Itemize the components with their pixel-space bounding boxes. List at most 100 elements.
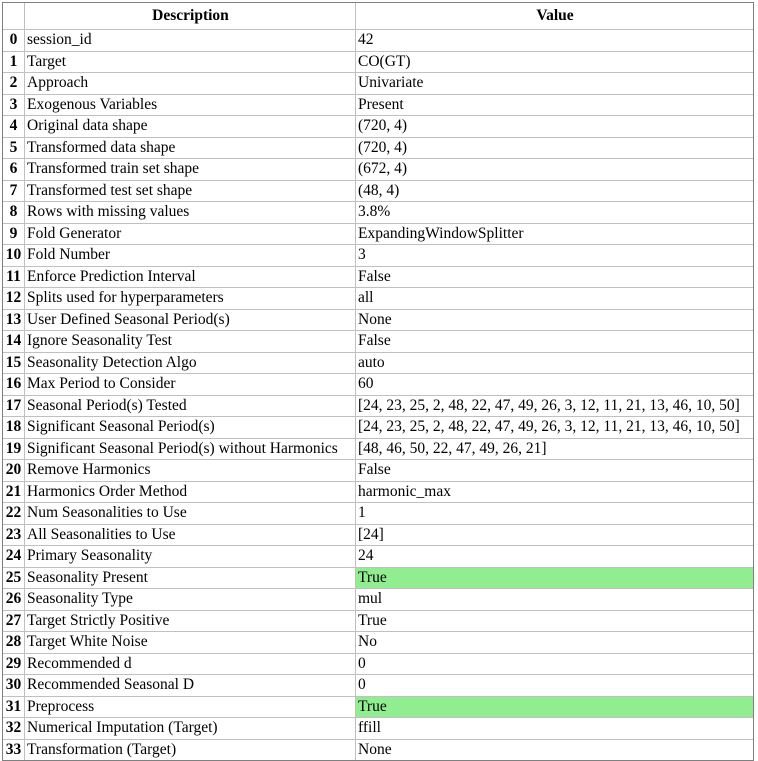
- row-index-cell: 27: [2, 609, 25, 632]
- row-index-cell: 3: [2, 93, 25, 116]
- description-cell: Target: [24, 50, 356, 73]
- row-index-cell: 21: [2, 480, 25, 503]
- table-row: 24 Primary Seasonality 24: [2, 545, 754, 568]
- description-cell: Seasonality Type: [24, 588, 356, 611]
- description-cell: Fold Generator: [24, 222, 356, 245]
- table-row: 1 Target CO(GT): [2, 50, 754, 73]
- table-row: 11 Enforce Prediction Interval False: [2, 265, 754, 288]
- table-body: 0 session_id 42 1 Target CO(GT) 2 Approach Univa…: [2, 29, 754, 761]
- row-index-cell: 31: [2, 695, 25, 718]
- row-index-cell: 5: [2, 136, 25, 159]
- row-index-cell: 0: [2, 29, 25, 52]
- description-cell: Primary Seasonality: [24, 545, 356, 568]
- table-row: 15 Seasonality Detection Algo auto: [2, 351, 754, 374]
- table-row: 30 Recommended Seasonal D0: [2, 674, 754, 697]
- row-index-cell: 28: [2, 631, 25, 654]
- row-index-cell: 25: [2, 566, 25, 589]
- description-cell: Target White Noise: [24, 631, 356, 654]
- table-row: 10 Fold Number 3: [2, 244, 754, 267]
- description-cell: Ignore Seasonality Test: [24, 330, 356, 353]
- table-row: 2 Approach Univariate: [2, 72, 754, 95]
- dataframe-container: Description Value 0 session_id 42 1 Target CO…: [0, 0, 758, 761]
- row-index-cell: 14: [2, 330, 25, 353]
- description-cell: Transformed train set shape: [24, 158, 356, 181]
- table-row: 26 Seasonality Type mul: [2, 588, 754, 611]
- value-cell: 60: [355, 373, 754, 396]
- table-row: 25 Seasonality Present True: [2, 566, 754, 589]
- value-cell: 1: [355, 502, 754, 525]
- description-cell: Recommended Seasonal D: [24, 674, 356, 697]
- value-column-header: Value: [355, 2, 754, 30]
- table-row: 28 Target White Noise No: [2, 631, 754, 654]
- row-index-cell: 4: [2, 115, 25, 138]
- row-index-cell: 29: [2, 652, 25, 675]
- row-index-cell: 13: [2, 308, 25, 331]
- description-cell: Original data shape: [24, 115, 356, 138]
- value-cell: (720, 4): [355, 115, 754, 138]
- value-cell: 0: [355, 674, 754, 697]
- description-cell: Num Seasonalities to Use: [24, 502, 356, 525]
- description-cell: Numerical Imputation (Target): [24, 717, 356, 740]
- description-cell: Transformed data shape: [24, 136, 356, 159]
- value-cell: 3: [355, 244, 754, 267]
- table-header: Description Value: [2, 2, 754, 30]
- table-row: 9 Fold Generator ExpandingWindowSplitter: [2, 222, 754, 245]
- value-cell: (672, 4): [355, 158, 754, 181]
- description-cell: User Defined Seasonal Period(s): [24, 308, 356, 331]
- value-cell: 42: [355, 29, 754, 52]
- table-row: 33 Transformation (Target) None: [2, 738, 754, 761]
- table-row: 32 Numerical Imputation (Target) ffill: [2, 717, 754, 740]
- value-cell: ExpandingWindowSplitter: [355, 222, 754, 245]
- table-row: 16 Max Period to Consider 60: [2, 373, 754, 396]
- index-column-header: [2, 2, 25, 30]
- description-cell: Rows with missing values: [24, 201, 356, 224]
- description-cell: Seasonal Period(s) Tested: [24, 394, 356, 417]
- value-cell: False: [355, 330, 754, 353]
- description-cell: Recommended d: [24, 652, 356, 675]
- table-row: 12 Splits used for hyperparameters all: [2, 287, 754, 310]
- description-cell: Preprocess: [24, 695, 356, 718]
- table-row: 0 session_id 42: [2, 29, 754, 52]
- table-row: 20 Remove Harmonics False: [2, 459, 754, 482]
- description-cell: Harmonics Order Method: [24, 480, 356, 503]
- row-index-cell: 8: [2, 201, 25, 224]
- row-index-cell: 26: [2, 588, 25, 611]
- row-index-cell: 33: [2, 738, 25, 761]
- table-row: 23 All Seasonalities to Use [24]: [2, 523, 754, 546]
- row-index-cell: 30: [2, 674, 25, 697]
- row-index-cell: 22: [2, 502, 25, 525]
- value-cell: [24, 23, 25, 2, 48, 22, 47, 49, 26, 3, 1…: [355, 394, 754, 417]
- description-cell: Max Period to Consider: [24, 373, 356, 396]
- value-cell: mul: [355, 588, 754, 611]
- table-row: 27 Target Strictly Positive True: [2, 609, 754, 632]
- row-index-cell: 2: [2, 72, 25, 95]
- value-cell: 0: [355, 652, 754, 675]
- row-index-cell: 19: [2, 437, 25, 460]
- row-index-cell: 16: [2, 373, 25, 396]
- value-cell: True: [355, 609, 754, 632]
- description-column-header: Description: [24, 2, 356, 30]
- value-cell: [24]: [355, 523, 754, 546]
- value-cell: [24, 23, 25, 2, 48, 22, 47, 49, 26, 3, 1…: [355, 416, 754, 439]
- row-index-cell: 12: [2, 287, 25, 310]
- table-row: 8 Rows with missing values 3.8%: [2, 201, 754, 224]
- description-cell: Approach: [24, 72, 356, 95]
- row-index-cell: 7: [2, 179, 25, 202]
- value-cell: [48, 46, 50, 22, 47, 49, 26, 21]: [355, 437, 754, 460]
- description-cell: Splits used for hyperparameters: [24, 287, 356, 310]
- description-cell: Seasonality Present: [24, 566, 356, 589]
- table-row: 31 Preprocess True: [2, 695, 754, 718]
- description-cell: Significant Seasonal Period(s): [24, 416, 356, 439]
- table-row: 18 Significant Seasonal Period(s) [24, 23,…: [2, 416, 754, 439]
- value-cell: harmonic_max: [355, 480, 754, 503]
- row-index-cell: 32: [2, 717, 25, 740]
- table-row: 3 Exogenous Variables Present: [2, 93, 754, 116]
- description-cell: Transformation (Target): [24, 738, 356, 761]
- row-index-cell: 6: [2, 158, 25, 181]
- table-row: 19 Significant Seasonal Period(s) without…: [2, 437, 754, 460]
- description-cell: session_id: [24, 29, 356, 52]
- table-row: 6 Transformed train set shape (672, 4): [2, 158, 754, 181]
- table-row: 14 Ignore Seasonality Test False: [2, 330, 754, 353]
- table-row: 7 Transformed test set shape (48, 4): [2, 179, 754, 202]
- value-cell: Present: [355, 93, 754, 116]
